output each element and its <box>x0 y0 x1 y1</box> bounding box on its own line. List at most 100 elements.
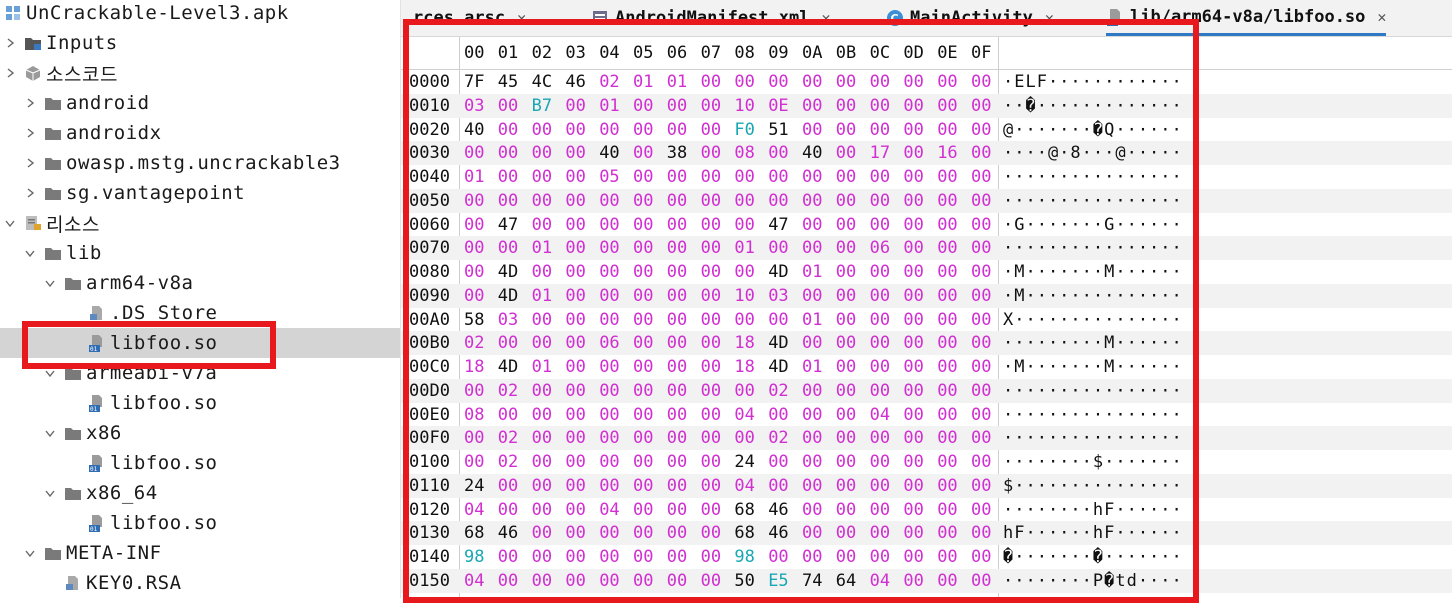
hex-byte[interactable]: 00 <box>802 523 822 543</box>
hex-byte[interactable]: 00 <box>565 143 585 163</box>
hex-byte[interactable]: 00 <box>870 523 890 543</box>
hex-byte[interactable]: 00 <box>802 500 822 520</box>
ascii-text[interactable]: ·M·············· <box>1003 286 1183 306</box>
hex-byte[interactable]: 00 <box>633 476 653 496</box>
hex-byte[interactable]: 00 <box>937 476 957 496</box>
hex-byte[interactable]: 16 <box>937 143 957 163</box>
hex-byte[interactable]: 00 <box>870 381 890 401</box>
hex-byte[interactable]: 00 <box>565 547 585 567</box>
tree-item[interactable]: .DS_Store <box>0 298 400 328</box>
hex-byte[interactable]: 00 <box>870 191 890 211</box>
hex-byte[interactable]: 00 <box>667 571 687 591</box>
hex-byte[interactable]: 68 <box>464 523 484 543</box>
hex-byte[interactable]: 00 <box>633 381 653 401</box>
hex-byte[interactable]: 98 <box>734 547 754 567</box>
ascii-text[interactable]: ········P�td···· <box>1003 571 1183 591</box>
hex-byte[interactable]: 00 <box>498 96 518 116</box>
hex-byte[interactable]: 00 <box>768 476 788 496</box>
hex-byte[interactable]: 00 <box>768 143 788 163</box>
chevron-down-icon[interactable] <box>4 215 16 231</box>
hex-byte[interactable]: 00 <box>701 405 721 425</box>
hex-byte[interactable]: 00 <box>734 262 754 282</box>
hex-byte[interactable]: 00 <box>734 310 754 330</box>
hex-byte[interactable]: 00 <box>870 547 890 567</box>
hex-byte[interactable]: 00 <box>565 120 585 140</box>
ascii-text[interactable]: ·M·······M······ <box>1003 262 1183 282</box>
hex-byte[interactable]: 74 <box>802 571 822 591</box>
hex-byte[interactable]: 00 <box>667 428 687 448</box>
hex-byte[interactable]: 00 <box>599 357 619 377</box>
hex-byte[interactable]: 00 <box>836 452 856 472</box>
ascii-text[interactable]: ········$······· <box>1003 452 1183 472</box>
hex-byte[interactable]: 4D <box>498 262 518 282</box>
hex-byte[interactable]: 00 <box>937 167 957 187</box>
hex-byte[interactable]: 01 <box>802 357 822 377</box>
hex-byte[interactable]: 00 <box>701 357 721 377</box>
hex-byte[interactable]: 50 <box>734 571 754 591</box>
hex-byte[interactable]: 00 <box>937 547 957 567</box>
hex-byte[interactable]: 03 <box>768 286 788 306</box>
hex-byte[interactable]: 00 <box>565 500 585 520</box>
hex-byte[interactable]: 00 <box>701 238 721 258</box>
hex-byte[interactable]: 00 <box>870 500 890 520</box>
hex-byte[interactable]: 02 <box>498 452 518 472</box>
hex-byte[interactable]: 00 <box>667 381 687 401</box>
hex-byte[interactable]: 00 <box>633 167 653 187</box>
hex-byte[interactable]: 00 <box>667 238 687 258</box>
hex-byte[interactable]: 00 <box>937 381 957 401</box>
hex-byte[interactable]: 00 <box>802 547 822 567</box>
hex-byte[interactable]: 00 <box>937 191 957 211</box>
hex-byte[interactable]: 00 <box>836 381 856 401</box>
hex-byte[interactable]: 00 <box>498 571 518 591</box>
hex-byte[interactable]: 00 <box>768 452 788 472</box>
close-icon[interactable]: ✕ <box>1045 9 1054 27</box>
hex-byte[interactable]: 00 <box>971 476 991 496</box>
hex-byte[interactable]: 00 <box>633 310 653 330</box>
hex-byte[interactable]: 00 <box>464 428 484 448</box>
hex-byte[interactable]: 00 <box>498 405 518 425</box>
tab-2[interactable]: C MainActivity ✕ <box>886 0 1054 36</box>
hex-byte[interactable]: 00 <box>903 452 923 472</box>
hex-byte[interactable]: 00 <box>836 310 856 330</box>
hex-byte[interactable]: 00 <box>565 523 585 543</box>
hex-byte[interactable]: 00 <box>532 405 552 425</box>
hex-byte[interactable]: 01 <box>532 238 552 258</box>
tree-item[interactable]: 01 libfoo.so <box>0 448 400 478</box>
hex-byte[interactable]: 02 <box>498 381 518 401</box>
hex-byte[interactable]: 00 <box>599 428 619 448</box>
tree-item[interactable]: 소스코드 <box>0 58 400 88</box>
hex-byte[interactable]: 00 <box>667 262 687 282</box>
hex-byte[interactable]: 40 <box>599 143 619 163</box>
hex-byte[interactable]: 00 <box>971 167 991 187</box>
hex-byte[interactable]: 00 <box>464 238 484 258</box>
hex-byte[interactable]: 00 <box>971 381 991 401</box>
hex-byte[interactable]: 00 <box>532 523 552 543</box>
hex-byte[interactable]: 00 <box>464 191 484 211</box>
hex-byte[interactable]: 00 <box>532 333 552 353</box>
hex-byte[interactable]: 04 <box>464 571 484 591</box>
hex-byte[interactable]: 00 <box>971 72 991 92</box>
hex-byte[interactable]: 00 <box>836 96 856 116</box>
hex-byte[interactable]: 00 <box>802 381 822 401</box>
tree-item[interactable]: KEY0.RSA <box>0 568 400 598</box>
hex-byte[interactable]: 04 <box>464 500 484 520</box>
hex-byte[interactable]: 00 <box>667 452 687 472</box>
hex-byte[interactable]: 00 <box>768 405 788 425</box>
hex-byte[interactable]: 00 <box>633 120 653 140</box>
hex-byte[interactable]: 04 <box>870 571 890 591</box>
chevron-right-icon[interactable] <box>24 125 36 141</box>
chevron-right-icon[interactable] <box>4 65 16 81</box>
hex-byte[interactable]: 00 <box>565 238 585 258</box>
hex-byte[interactable]: 00 <box>971 238 991 258</box>
hex-byte[interactable]: 00 <box>532 381 552 401</box>
hex-byte[interactable]: 00 <box>599 262 619 282</box>
hex-byte[interactable]: 00 <box>903 215 923 235</box>
chevron-right-icon[interactable] <box>24 185 36 201</box>
hex-byte[interactable]: 47 <box>768 215 788 235</box>
hex-byte[interactable]: 00 <box>667 405 687 425</box>
hex-byte[interactable]: 00 <box>565 191 585 211</box>
hex-byte[interactable]: 00 <box>734 381 754 401</box>
hex-byte[interactable]: 00 <box>532 428 552 448</box>
hex-byte[interactable]: 00 <box>565 310 585 330</box>
hex-byte[interactable]: 00 <box>802 238 822 258</box>
